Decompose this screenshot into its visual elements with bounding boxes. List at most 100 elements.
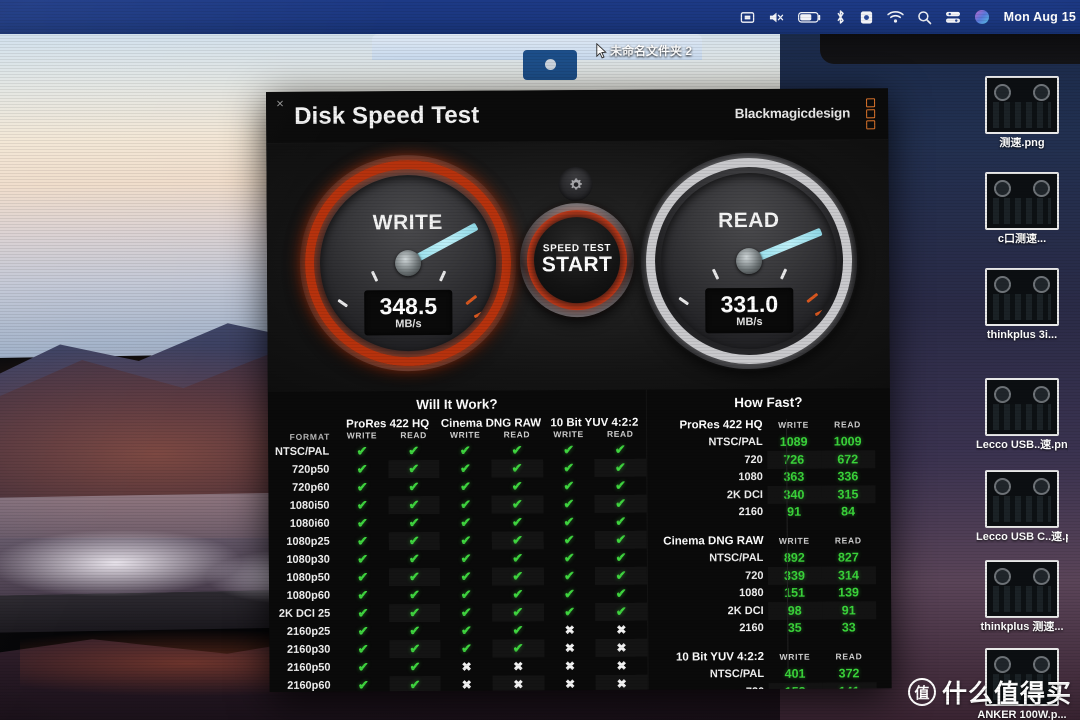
- read-speed-value: 314: [821, 566, 876, 585]
- sub-header-write: WRITE: [778, 419, 810, 430]
- check-icon: ✔: [356, 497, 368, 513]
- table-row: 2160p30 ✔ ✔ ✔ ✔ ✖ ✖: [269, 638, 648, 659]
- check-icon: ✔: [615, 477, 627, 493]
- desktop-folder-item[interactable]: 未命名文件夹 2: [596, 42, 692, 59]
- check-icon: ✔: [491, 567, 544, 586]
- window-title-bar[interactable]: × Disk Speed Test Blackmagicdesign: [266, 88, 889, 144]
- how-fast-body: ProRes 422 HQ WRITE READ NTSC/PAL 1089 1009 72…: [662, 415, 877, 692]
- group-name: ProRes 422 HQ: [679, 418, 763, 432]
- check-icon: ✔: [563, 496, 575, 512]
- table-row: 720 339 314: [663, 566, 876, 585]
- spotlight-search-icon[interactable]: [917, 10, 932, 25]
- check-icon: ✔: [357, 569, 369, 585]
- read-gauge-label: READ: [717, 208, 780, 233]
- resolution-label: 720: [745, 569, 764, 582]
- cross-icon: ✖: [565, 677, 576, 692]
- check-icon: ✔: [615, 549, 627, 565]
- table-row: NTSC/PAL 401 372: [664, 665, 876, 684]
- format-label: 720p50: [291, 463, 330, 476]
- siri-icon[interactable]: [974, 9, 990, 25]
- write-speed-value: 339: [767, 566, 822, 585]
- write-speed-value: 340: [766, 485, 822, 504]
- how-fast-title: How Fast?: [734, 394, 803, 411]
- read-gauge: READ 331.0 MB/s: [640, 152, 858, 370]
- format-label: 2160p30: [286, 643, 331, 656]
- check-icon: ✔: [409, 623, 421, 639]
- read-speed-value: 91: [821, 601, 876, 620]
- desktop-file-icon-3[interactable]: Lecco USB..速.png: [976, 378, 1068, 452]
- desktop-file-icon-2[interactable]: thinkplus 3i...: [976, 268, 1068, 342]
- desktop-file-icon-5[interactable]: thinkplus 测速...: [976, 560, 1068, 634]
- gear-icon: [569, 177, 582, 189]
- table-row: 2160 91 84: [663, 503, 875, 522]
- desktop-file-icon-0[interactable]: 测速.png: [976, 76, 1068, 150]
- sub-header-read: READ: [503, 429, 531, 440]
- desktop-file-icon-4[interactable]: Lecco USB C..速.png: [976, 470, 1068, 544]
- macos-menu-bar[interactable]: Mon Aug 15: [0, 0, 1080, 34]
- disk-speed-test-window[interactable]: × Disk Speed Test Blackmagicdesign WRITE…: [266, 88, 892, 692]
- check-icon: ✔: [357, 533, 369, 549]
- read-speed-value: 139: [838, 585, 860, 600]
- desktop-file-label: Lecco USB..速.png: [976, 439, 1068, 451]
- format-label: 2160p50: [287, 661, 331, 674]
- read-gauge-hub: [735, 247, 763, 275]
- table-row: 1080p50 ✔ ✔ ✔ ✔ ✔ ✔: [269, 566, 648, 587]
- check-icon: ✔: [595, 602, 648, 621]
- display-icon[interactable]: [859, 10, 874, 25]
- read-speed-value: 372: [838, 666, 860, 681]
- format-label: 1080p25: [286, 535, 330, 548]
- check-icon: ✔: [512, 550, 524, 566]
- format-label: 1080p30: [286, 553, 330, 566]
- desktop-file-icon-1[interactable]: c口测速...: [976, 172, 1068, 246]
- table-row: 2K DCI 25 ✔ ✔ ✔ ✔ ✔ ✔: [269, 602, 648, 623]
- cross-icon: ✖: [564, 641, 575, 656]
- sub-header-read: READ: [834, 535, 862, 546]
- resolution-label: 1080: [738, 471, 763, 484]
- read-speed-value: 336: [837, 469, 859, 484]
- check-icon: ✔: [512, 622, 524, 638]
- group-name: 10 Bit YUV 4:2:2: [675, 650, 764, 664]
- close-icon[interactable]: ×: [272, 96, 288, 112]
- gauges-panel: WRITE 348.5 MB/s SPEED TEST START READ 3…: [266, 140, 890, 392]
- read-value: 331.0: [720, 290, 779, 318]
- write-value: 348.5: [379, 292, 438, 320]
- control-center-icon[interactable]: [945, 10, 961, 25]
- check-icon: ✔: [492, 603, 544, 622]
- how-fast-group-header: Cinema DNG RAW WRITE READ: [663, 531, 875, 550]
- table-row: NTSC/PAL 892 827: [663, 549, 875, 568]
- check-icon: ✔: [594, 530, 647, 549]
- resolution-label: 2160: [738, 506, 764, 519]
- wifi-icon[interactable]: [886, 10, 904, 24]
- resolution-label: NTSC/PAL: [709, 668, 765, 681]
- table-row: 2K DCI 98 91: [664, 601, 876, 620]
- bluetooth-icon[interactable]: [835, 9, 846, 25]
- write-gauge-hub: [394, 250, 422, 277]
- resolution-label: NTSC/PAL: [708, 436, 763, 449]
- check-icon: ✔: [408, 479, 420, 495]
- write-speed-value: 892: [783, 550, 805, 566]
- menu-bar-clock[interactable]: Mon Aug 15: [1004, 10, 1076, 24]
- will-it-work-table: ProRes 422 HQ Cinema DNG RAW 10 Bit YUV …: [268, 417, 648, 692]
- settings-button[interactable]: [558, 167, 593, 202]
- speed-test-start-button[interactable]: SPEED TEST START: [519, 202, 635, 318]
- check-icon: ✔: [460, 622, 472, 638]
- watermark-badge: 值: [907, 678, 936, 706]
- check-icon: ✔: [491, 531, 544, 550]
- table-row: 1080p60 ✔ ✔ ✔ ✔ ✔ ✔: [269, 585, 647, 605]
- check-icon: ✔: [389, 639, 441, 659]
- check-icon: ✔: [492, 639, 545, 658]
- table-row: NTSC/PAL 1089 1009: [663, 433, 875, 452]
- table-row: 720p60 ✔ ✔ ✔ ✔ ✔ ✔: [268, 477, 646, 497]
- sub-header-write: WRITE: [778, 535, 810, 546]
- check-icon: ✔: [615, 585, 627, 601]
- page-title: Disk Speed Test: [294, 101, 480, 130]
- check-icon: ✔: [491, 495, 544, 514]
- battery-icon[interactable]: [797, 11, 822, 24]
- check-icon: ✔: [594, 494, 647, 513]
- screen-mirroring-icon[interactable]: [740, 10, 755, 25]
- background-window-badge: [523, 50, 577, 80]
- write-speed-value: 1089: [779, 434, 808, 450]
- read-speed-value: 315: [820, 485, 876, 504]
- volume-muted-icon[interactable]: [768, 10, 785, 25]
- desktop-folder-label: 未命名文件夹 2: [610, 44, 693, 58]
